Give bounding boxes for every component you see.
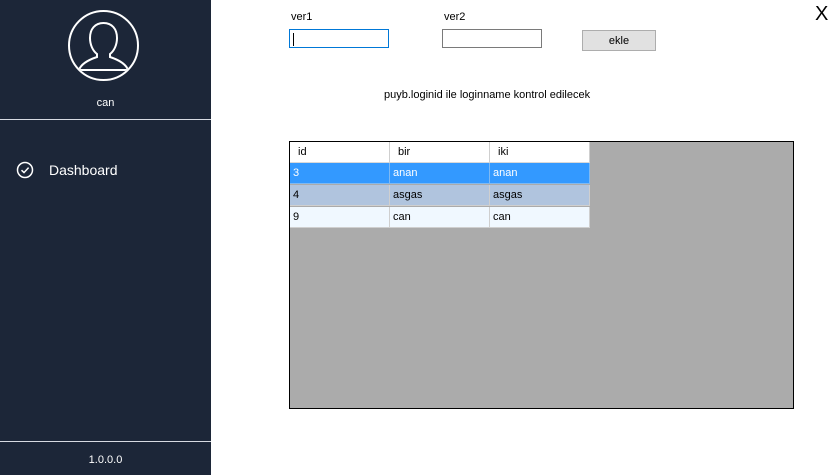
table-cell[interactable]: anan (490, 163, 590, 184)
ver2-label: ver2 (444, 11, 466, 23)
table-row[interactable]: 4 asgas asgas (290, 185, 590, 206)
table-cell[interactable]: can (490, 207, 590, 228)
add-button[interactable]: ekle (582, 30, 656, 51)
data-grid[interactable]: id bir iki 3 anan anan 4 asgas asgas 9 c… (289, 141, 794, 409)
ver1-label: ver1 (291, 11, 313, 23)
table-cell[interactable]: can (390, 207, 490, 228)
table-cell[interactable]: anan (390, 163, 490, 184)
column-header-id[interactable]: id (290, 142, 390, 163)
table-cell[interactable]: 3 (290, 163, 390, 184)
table-cell[interactable]: 9 (290, 207, 390, 228)
grid-header-row: id bir iki (290, 142, 590, 163)
table-cell[interactable]: 4 (290, 185, 390, 206)
sidebar-item-dashboard[interactable]: Dashboard (16, 160, 118, 180)
column-header-iki[interactable]: iki (490, 142, 590, 163)
sidebar-footer-divider (0, 441, 211, 442)
ver1-input[interactable] (289, 29, 389, 48)
user-avatar-icon (68, 10, 139, 81)
version-label: 1.0.0.0 (88, 454, 123, 466)
check-circle-icon (16, 161, 34, 179)
close-button[interactable]: X (815, 4, 828, 24)
table-cell[interactable]: asgas (490, 185, 590, 206)
ver2-input[interactable] (442, 29, 542, 48)
column-header-bir[interactable]: bir (390, 142, 490, 163)
table-cell[interactable]: asgas (390, 185, 490, 206)
table-row[interactable]: 9 can can (290, 207, 590, 228)
sidebar-item-label: Dashboard (49, 162, 118, 178)
username-label: can (96, 97, 115, 109)
table-row[interactable]: 3 anan anan (290, 163, 590, 184)
note-label: puyb.loginid ile loginname kontrol edile… (384, 89, 591, 101)
text-caret (293, 33, 294, 46)
sidebar-divider (0, 119, 211, 120)
sidebar: can Dashboard 1.0.0.0 (0, 0, 211, 475)
